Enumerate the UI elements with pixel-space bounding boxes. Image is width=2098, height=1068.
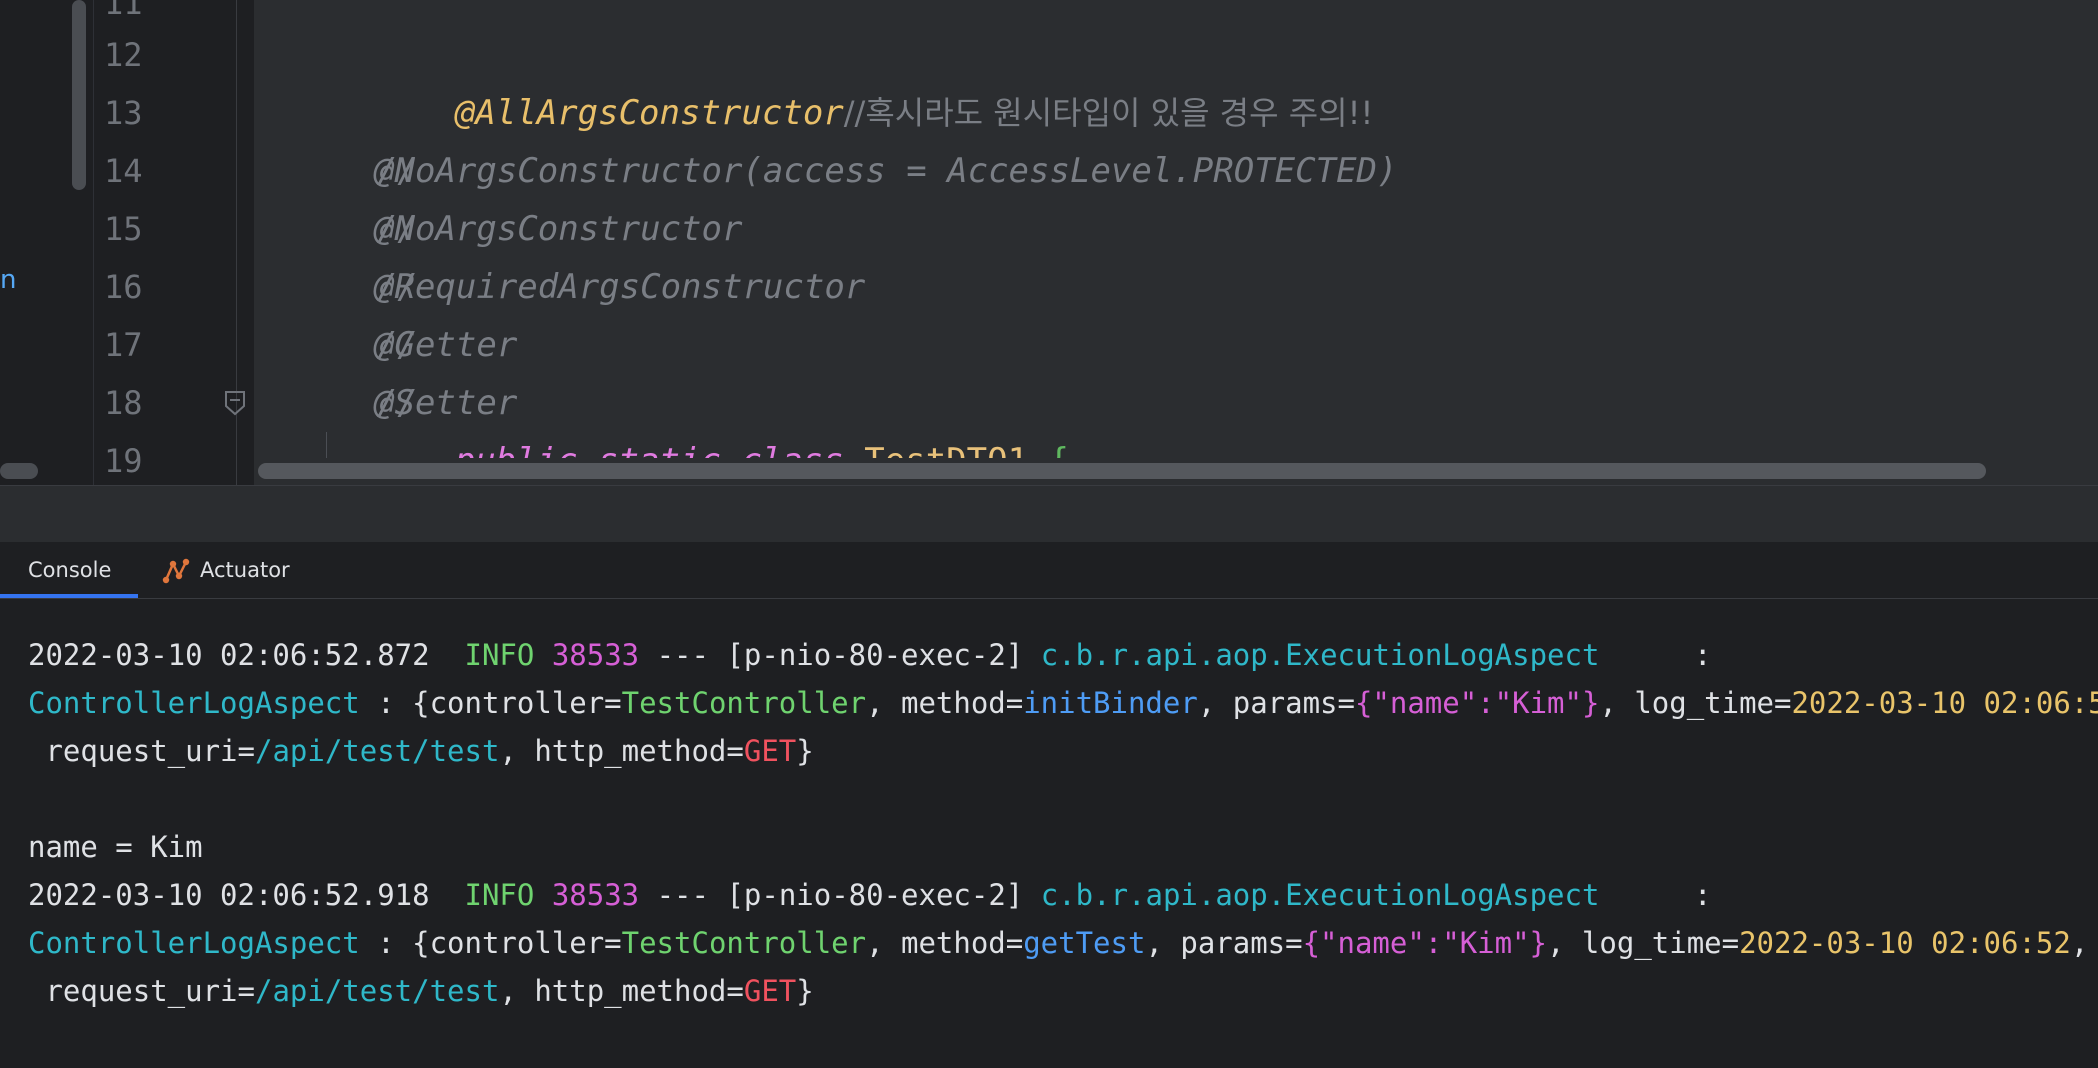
code-line-15: //@RequiredArgsConstructor bbox=[254, 200, 865, 307]
log-line: 2022-03-10 02:06:52.918 INFO 38533 --- [… bbox=[28, 871, 1711, 919]
log-uri: /api/test/test bbox=[254, 974, 500, 1008]
log-time: 2022-03-10 02:06:52 bbox=[1739, 926, 2071, 960]
active-tab-indicator bbox=[0, 594, 138, 598]
code-text-area[interactable]: @AllArgsConstructor//혹시라도 원시타입이 있을 경우 주의… bbox=[254, 0, 2098, 485]
log-text: request_uri= bbox=[28, 734, 255, 768]
log-pid: 38533 bbox=[551, 878, 640, 912]
comment-token: //혹시라도 원시타입이 있을 경우 주의!! bbox=[843, 94, 1374, 132]
code-line-12: @AllArgsConstructor//혹시라도 원시타입이 있을 경우 주의… bbox=[332, 26, 1373, 133]
project-tree-fragment: n bbox=[0, 265, 17, 295]
project-horizontal-scrollbar[interactable] bbox=[0, 463, 38, 479]
log-text: : {controller= bbox=[359, 686, 622, 720]
log-line: request_uri=/api/test/test, http_method=… bbox=[28, 727, 814, 775]
comment-token: @NoArgsConstructor bbox=[374, 209, 743, 249]
code-line-18: public static class TestDTO1 { bbox=[332, 374, 1069, 481]
console-line: name = Kim bbox=[28, 830, 203, 864]
log-line: 2022-03-10 02:06:52.872 INFO 38533 --- [… bbox=[28, 631, 1711, 679]
log-text: : {controller= bbox=[359, 926, 622, 960]
fold-marker-icon[interactable] bbox=[224, 390, 246, 416]
log-http-method: GET bbox=[743, 734, 797, 768]
line-number: 16 bbox=[104, 268, 143, 306]
log-text: , log_time= bbox=[1599, 686, 1792, 720]
panel-splitter[interactable] bbox=[0, 485, 2098, 543]
log-logger: c.b.r.api.aop.ExecutionLogAspect bbox=[1040, 638, 1600, 672]
tool-window-tabbar: Console Actuator bbox=[0, 542, 2098, 599]
code-line-14: //@NoArgsConstructor bbox=[254, 142, 742, 249]
log-thread: [p-nio-80-exec-2] bbox=[726, 878, 1024, 912]
line-number: 12 bbox=[104, 36, 143, 74]
log-timestamp: 2022-03-10 02:06:52.872 bbox=[28, 638, 430, 672]
project-panel-edge: n bbox=[0, 0, 94, 485]
log-method: getTest bbox=[1023, 926, 1146, 960]
log-text: request_uri= bbox=[28, 974, 255, 1008]
log-level: INFO bbox=[464, 878, 535, 912]
log-line: ControllerLogAspect : {controller=TestCo… bbox=[28, 919, 2088, 967]
log-text: , params= bbox=[1197, 686, 1355, 720]
log-text: , method= bbox=[866, 686, 1024, 720]
log-text: , http_method= bbox=[499, 974, 744, 1008]
log-separator: --- bbox=[656, 638, 709, 672]
log-line: ControllerLogAspect : {controller=TestCo… bbox=[28, 679, 2098, 727]
log-params: {"name":"Kim"} bbox=[1302, 926, 1548, 960]
log-uri: /api/test/test bbox=[254, 734, 500, 768]
log-text: , log_time= bbox=[1547, 926, 1740, 960]
log-pid: 38533 bbox=[551, 638, 640, 672]
line-number: 19 bbox=[104, 442, 143, 480]
tab-actuator-label: Actuator bbox=[200, 558, 290, 582]
line-number: 15 bbox=[104, 210, 143, 248]
comment-token: @NoArgsConstructor(access = AccessLevel.… bbox=[374, 151, 1398, 191]
log-http-method: GET bbox=[743, 974, 797, 1008]
project-vertical-scrollbar[interactable] bbox=[72, 0, 86, 190]
comment-token: @RequiredArgsConstructor bbox=[374, 267, 866, 307]
annotation-token: @AllArgsConstructor bbox=[454, 93, 844, 133]
line-number: 18 bbox=[104, 384, 143, 422]
actuator-icon bbox=[162, 558, 190, 584]
line-number: 14 bbox=[104, 152, 143, 190]
log-aspect: ControllerLogAspect bbox=[28, 686, 360, 720]
log-separator: --- bbox=[656, 878, 709, 912]
line-number: 17 bbox=[104, 326, 143, 364]
log-params: {"name":"Kim"} bbox=[1354, 686, 1600, 720]
tab-console[interactable]: Console bbox=[28, 542, 111, 598]
log-text: , bbox=[2070, 926, 2089, 960]
code-line-17: //@Setter bbox=[254, 316, 517, 423]
log-line: request_uri=/api/test/test, http_method=… bbox=[28, 967, 814, 1015]
log-time: 2022-03-10 02:06:52 bbox=[1791, 686, 2098, 720]
log-colon: : bbox=[1694, 878, 1712, 912]
log-text: , http_method= bbox=[499, 734, 744, 768]
code-line-16: //@Getter bbox=[254, 258, 517, 365]
line-number: 13 bbox=[104, 94, 143, 132]
log-logger: c.b.r.api.aop.ExecutionLogAspect bbox=[1040, 878, 1600, 912]
log-timestamp: 2022-03-10 02:06:52.918 bbox=[28, 878, 430, 912]
log-text: , method= bbox=[866, 926, 1024, 960]
log-text: } bbox=[796, 734, 814, 768]
log-controller: TestController bbox=[621, 686, 867, 720]
log-text: , params= bbox=[1145, 926, 1303, 960]
log-thread: [p-nio-80-exec-2] bbox=[726, 638, 1024, 672]
log-method: initBinder bbox=[1023, 686, 1198, 720]
code-editor[interactable]: n 11 12 13 14 15 16 17 18 19 @AllArgsCon… bbox=[0, 0, 2098, 485]
log-aspect: ControllerLogAspect bbox=[28, 926, 360, 960]
log-level: INFO bbox=[464, 638, 535, 672]
log-colon: : bbox=[1694, 638, 1712, 672]
log-text: } bbox=[796, 974, 814, 1008]
log-controller: TestController bbox=[621, 926, 867, 960]
code-line-13: //@NoArgsConstructor(access = AccessLeve… bbox=[254, 84, 1398, 191]
tab-actuator[interactable]: Actuator bbox=[160, 542, 290, 598]
editor-horizontal-scrollbar-thumb[interactable] bbox=[258, 463, 1986, 479]
tab-console-label: Console bbox=[28, 558, 112, 582]
console-output[interactable]: 2022-03-10 02:06:52.872 INFO 38533 --- [… bbox=[0, 599, 2098, 1068]
